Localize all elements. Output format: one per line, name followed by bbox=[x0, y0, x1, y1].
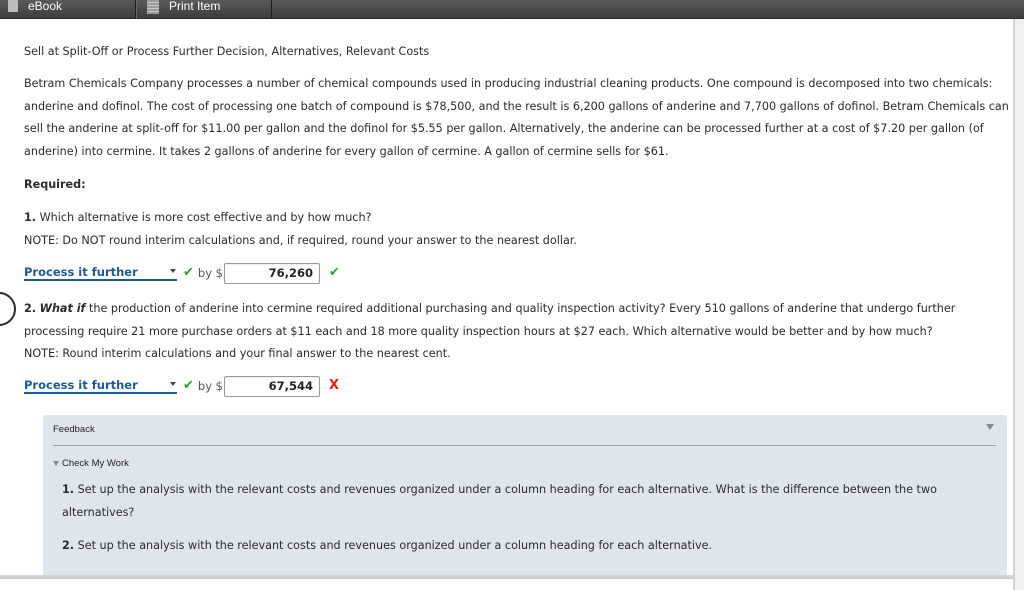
question-2-alternative-select[interactable]: Process it further bbox=[24, 377, 177, 394]
question-2-body: the production of anderine into cermine … bbox=[24, 302, 956, 338]
scrollbar-track[interactable] bbox=[1013, 19, 1024, 590]
ebook-label: eBook bbox=[28, 0, 63, 13]
question-2-emphasis: What if bbox=[39, 302, 86, 315]
question-1-alternative-select[interactable]: Process it further bbox=[24, 264, 177, 281]
feedback-item-1-number: 1. bbox=[62, 483, 75, 496]
problem-title: Sell at Split-Off or Process Further Dec… bbox=[24, 45, 430, 58]
print-item-label: Print Item bbox=[169, 0, 221, 13]
check-my-work-label: Check My Work bbox=[62, 458, 129, 469]
question-2-number: 2. bbox=[24, 302, 37, 315]
feedback-title: Feedback bbox=[53, 424, 95, 435]
question-1-text: 1. Which alternative is more cost effect… bbox=[24, 207, 1009, 230]
question-1-note: NOTE: Do NOT round interim calculations … bbox=[24, 233, 577, 247]
feedback-item-2-number: 2. bbox=[62, 539, 75, 552]
feedback-panel: Feedback Check My Work 1. Set up the ana… bbox=[43, 415, 1007, 578]
question-1-number: 1. bbox=[24, 211, 37, 224]
chevron-down-icon bbox=[170, 381, 176, 386]
document-icon bbox=[147, 0, 159, 14]
question-1-selected-option: Process it further bbox=[24, 264, 138, 279]
question-1-by-label: by $ bbox=[197, 265, 223, 280]
x-mark-icon: X bbox=[328, 377, 340, 393]
print-item-button[interactable]: Print Item bbox=[136, 0, 272, 19]
feedback-item-1-text: Set up the analysis with the relevant co… bbox=[62, 483, 937, 519]
cursor-circle-indicator bbox=[0, 292, 16, 326]
chevron-down-icon bbox=[170, 268, 176, 273]
required-heading: Required: bbox=[24, 178, 86, 191]
check-my-work-toggle[interactable]: Check My Work bbox=[53, 458, 129, 469]
top-toolbar: eBook Print Item bbox=[0, 0, 1024, 19]
question-2-note: NOTE: Round interim calculations and you… bbox=[24, 347, 451, 360]
feedback-item-2: 2. Set up the analysis with the relevant… bbox=[62, 535, 982, 558]
ebook-button[interactable]: eBook bbox=[0, 0, 136, 19]
book-icon bbox=[8, 0, 18, 12]
question-1-amount-input[interactable]: 76,260 bbox=[223, 262, 320, 284]
question-2-amount-input[interactable]: 67,544 bbox=[223, 375, 320, 397]
check-icon: ✔ bbox=[183, 264, 194, 280]
question-2-by-label: by $ bbox=[197, 378, 223, 393]
problem-intro: Betram Chemicals Company processes a num… bbox=[24, 77, 1009, 158]
question-1-body: Which alternative is more cost effective… bbox=[39, 211, 372, 224]
question-2-answer-row: Process it further ✔ by $ 67,544 X bbox=[24, 375, 339, 397]
question-1: 1. Which alternative is more cost effect… bbox=[24, 207, 1009, 252]
check-icon: ✔ bbox=[183, 377, 194, 393]
question-2-text: 2. What if the production of anderine in… bbox=[24, 298, 1009, 343]
question-2-selected-option: Process it further bbox=[24, 377, 138, 392]
triangle-down-icon bbox=[53, 461, 59, 466]
check-icon: ✔ bbox=[328, 264, 340, 280]
collapse-triangle-icon[interactable] bbox=[986, 424, 994, 430]
question-2: 2. What if the production of anderine in… bbox=[24, 298, 1009, 366]
panel-bottom-edge bbox=[0, 575, 1013, 579]
feedback-divider bbox=[53, 445, 996, 446]
feedback-item-2-text: Set up the analysis with the relevant co… bbox=[77, 539, 713, 552]
feedback-item-1: 1. Set up the analysis with the relevant… bbox=[62, 479, 982, 524]
question-1-answer-row: Process it further ✔ by $ 76,260 ✔ bbox=[24, 262, 340, 284]
